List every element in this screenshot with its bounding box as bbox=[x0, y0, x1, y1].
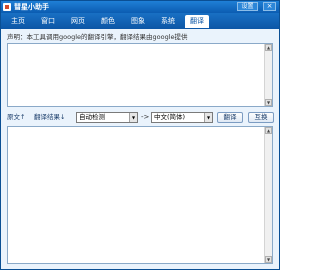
source-text-area[interactable]: ▲ ▼ bbox=[7, 43, 273, 107]
from-language-value: 自动检测 bbox=[79, 113, 105, 121]
scroll-up-icon[interactable]: ▲ bbox=[265, 127, 272, 134]
result-label: 翻译结果↓ bbox=[34, 113, 66, 121]
scroll-down-icon[interactable]: ▼ bbox=[265, 256, 272, 263]
app-title: 彗星小助手 bbox=[14, 3, 49, 11]
direction-arrow: -> bbox=[141, 113, 150, 121]
from-language-select[interactable]: 自动检测 ▼ bbox=[76, 112, 138, 123]
result-scrollbar[interactable]: ▲ ▼ bbox=[264, 127, 272, 263]
disclaimer-notice: 声明：本工具调用google的翻译引擎，翻译结果由google提供 bbox=[7, 33, 188, 41]
translate-toolbar: 原文↑ 翻译结果↓ 自动检测 ▼ -> 中文(简体) ▼ 翻译 互换 bbox=[1, 112, 279, 124]
close-button[interactable]: × bbox=[263, 2, 276, 11]
swap-button[interactable]: 互换 bbox=[248, 112, 274, 123]
tab-color[interactable]: 颜色 bbox=[97, 15, 119, 28]
title-bar[interactable]: 彗星小助手 设置 × bbox=[1, 1, 279, 13]
tab-webpage[interactable]: 网页 bbox=[67, 15, 89, 28]
tab-system[interactable]: 系统 bbox=[157, 15, 179, 28]
to-language-value: 中文(简体) bbox=[154, 113, 186, 121]
result-text-area[interactable]: ▲ ▼ bbox=[7, 126, 273, 264]
tab-translate[interactable]: 翻译 bbox=[185, 15, 209, 28]
tab-window[interactable]: 窗口 bbox=[37, 15, 59, 28]
chevron-down-icon: ▼ bbox=[129, 113, 137, 122]
source-label: 原文↑ bbox=[7, 113, 26, 121]
tab-bar: 主页 窗口 网页 颜色 图象 系统 翻译 bbox=[1, 13, 279, 29]
tab-image[interactable]: 图象 bbox=[127, 15, 149, 28]
app-logo-icon bbox=[3, 3, 11, 11]
tab-home[interactable]: 主页 bbox=[7, 15, 29, 28]
source-scrollbar[interactable]: ▲ ▼ bbox=[264, 44, 272, 106]
translate-button[interactable]: 翻译 bbox=[217, 112, 243, 123]
settings-button[interactable]: 设置 bbox=[237, 2, 258, 11]
to-language-select[interactable]: 中文(简体) ▼ bbox=[151, 112, 213, 123]
app-window: 彗星小助手 设置 × 主页 窗口 网页 颜色 图象 系统 翻译 声明：本工具调用… bbox=[0, 0, 280, 270]
chevron-down-icon: ▼ bbox=[204, 113, 212, 122]
scroll-up-icon[interactable]: ▲ bbox=[265, 44, 272, 51]
scroll-down-icon[interactable]: ▼ bbox=[265, 99, 272, 106]
